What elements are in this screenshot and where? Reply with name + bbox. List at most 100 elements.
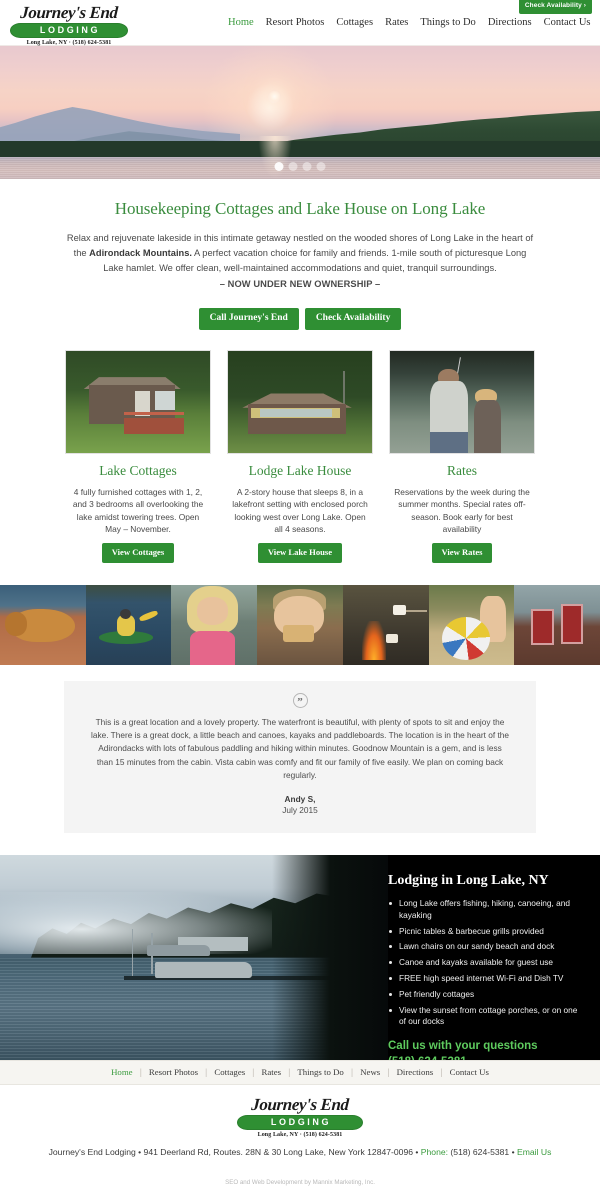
lodging-call-block: Call us with your questions (518) 624-53… <box>388 1039 586 1060</box>
lodging-feature-item: FREE high speed internet Wi-Fi and Dish … <box>388 973 586 985</box>
footer-logo-location-phone: Long Lake, NY · (518) 624-5381 <box>257 1132 343 1139</box>
paddle-blade <box>138 609 159 623</box>
footer-nav: Home | Resort Photos | Cottages | Rates … <box>0 1060 600 1086</box>
photo-strip <box>0 584 600 665</box>
feature-cards: Lake Cottages 4 fully furnished cottages… <box>0 330 600 563</box>
nav-item-home[interactable]: Home <box>228 17 254 28</box>
lodging-feature-item: Pet friendly cottages <box>388 989 586 1001</box>
fishing-photo <box>390 350 534 453</box>
nav-item-cottages[interactable]: Cottages <box>336 17 373 28</box>
intro-ownership-note: – NOW UNDER NEW OWNERSHIP – <box>219 279 381 290</box>
slider-dot-2[interactable] <box>288 162 298 171</box>
call-journeys-end-button[interactable]: Call Journey's End <box>198 308 299 330</box>
page-root: Check Availability › Journey's End LODGI… <box>0 0 600 1195</box>
nav-item-things-to-do[interactable]: Things to Do <box>420 17 475 28</box>
hero-sun-reflection <box>258 136 292 179</box>
lodging-boat-near <box>155 961 253 979</box>
view-rates-button[interactable]: View Rates <box>431 543 493 563</box>
lodging-content: Lodging in Long Lake, NY Long Lake offer… <box>380 855 600 1060</box>
testimonial-text: This is a great location and a lovely pr… <box>90 716 510 781</box>
card-image-lodge-lake-house[interactable] <box>227 349 373 454</box>
site-logo[interactable]: Journey's End LODGING Long Lake, NY · (5… <box>10 3 128 46</box>
strip-photo-dog-on-dock[interactable] <box>0 584 86 665</box>
card-title-lodge-lake-house: Lodge Lake House <box>248 462 352 478</box>
footer-nav-item-directions[interactable]: Directions <box>390 1067 441 1077</box>
hero-slider[interactable] <box>0 46 600 179</box>
slider-dot-4[interactable] <box>316 162 326 171</box>
slider-dot-1[interactable] <box>274 162 284 171</box>
quote-icon: ” <box>292 692 308 708</box>
smore-snack <box>282 624 314 643</box>
card-text-rates: Reservations by the week during the summ… <box>394 486 530 535</box>
strip-photo-girl-with-smore[interactable] <box>171 584 258 665</box>
footer-nav-item-resort-photos[interactable]: Resort Photos <box>142 1067 205 1077</box>
lodging-photo-fade <box>271 855 388 1061</box>
card-text-lodge-lake-house: A 2-story house that sleeps 8, in a lake… <box>232 486 368 535</box>
strip-photo-beach-ball[interactable] <box>428 584 515 665</box>
footer-nav-item-rates[interactable]: Rates <box>255 1067 289 1077</box>
lodging-feature-item: Lawn chairs on our sandy beach and dock <box>388 941 586 953</box>
card-image-rates[interactable] <box>389 349 535 454</box>
footer-nav-item-cottages[interactable]: Cottages <box>207 1067 252 1077</box>
card-rates: Rates Reservations by the week during th… <box>389 349 535 563</box>
footer-nav-item-contact-us[interactable]: Contact Us <box>443 1067 496 1077</box>
view-cottages-button[interactable]: View Cottages <box>101 543 175 563</box>
beach-ball <box>442 616 491 660</box>
card-text-lake-cottages: 4 fully furnished cottages with 1, 2, an… <box>72 486 204 535</box>
card-lake-cottages: Lake Cottages 4 fully furnished cottages… <box>65 349 211 563</box>
card-title-rates: Rates <box>447 462 477 478</box>
footer-logo-badge: LODGING <box>237 1115 363 1131</box>
strip-photo-kayaker[interactable] <box>85 584 172 665</box>
main-nav: Home Resort Photos Cottages Rates Things… <box>228 17 600 28</box>
check-availability-button[interactable]: Check Availability <box>304 308 402 330</box>
footer-logo[interactable]: Journey's End LODGING Long Lake, NY · (5… <box>237 1095 363 1139</box>
nav-item-rates[interactable]: Rates <box>385 17 408 28</box>
intro-section: Housekeeping Cottages and Lake House on … <box>0 179 600 330</box>
lodging-feature-item: Canoe and kayaks available for guest use <box>388 957 586 969</box>
strip-photo-drinks-on-dock[interactable] <box>514 584 600 665</box>
testimonial-section: ” This is a great location and a lovely … <box>0 664 600 856</box>
drink-glass-2 <box>560 603 583 644</box>
view-lake-house-button[interactable]: View Lake House <box>257 543 343 563</box>
kayaker-head <box>120 608 132 619</box>
child-body <box>473 399 501 453</box>
nav-item-contact-us[interactable]: Contact Us <box>544 17 591 28</box>
intro-cta-row: Call Journey's End Check Availability <box>44 308 556 330</box>
footer-logo-brand-name: Journey's End <box>250 1095 350 1115</box>
intro-text-bold: Adirondack Mountains. <box>89 248 192 259</box>
lodge-photo <box>228 350 372 453</box>
footer-email-link[interactable]: Email Us <box>517 1147 551 1157</box>
logo-badge-lodging: LODGING <box>10 23 128 39</box>
footer-nav-item-things-to-do[interactable]: Things to Do <box>290 1067 350 1077</box>
strip-photo-boy-eating-smore[interactable] <box>257 584 343 665</box>
card-image-lake-cottages[interactable] <box>65 349 211 454</box>
footer-phone-number: (518) 624-5381 • <box>448 1147 517 1158</box>
testimonial-date: July 2015 <box>282 805 318 816</box>
campfire-flames <box>361 621 386 660</box>
card-title-lake-cottages: Lake Cottages <box>99 462 177 478</box>
strip-photo-campfire-marshmallows[interactable] <box>342 584 429 665</box>
hero-sun <box>268 90 281 103</box>
slider-dot-3[interactable] <box>302 162 312 171</box>
check-availability-top-button[interactable]: Check Availability › <box>518 0 592 14</box>
cottage-deck <box>123 417 185 435</box>
footer-nav-item-home[interactable]: Home <box>104 1067 140 1077</box>
page-title: Housekeeping Cottages and Lake House on … <box>114 199 486 218</box>
nav-item-resort-photos[interactable]: Resort Photos <box>266 17 325 28</box>
lodging-boat-far <box>147 945 210 956</box>
lodging-mast-1 <box>131 928 134 979</box>
drink-glass-1 <box>531 608 554 646</box>
cottage-photo <box>66 350 210 453</box>
footer-phone-label[interactable]: Phone: <box>421 1147 448 1157</box>
girl-swimsuit <box>190 630 235 665</box>
lodging-phone-number[interactable]: (518) 624-5381 <box>388 1055 586 1060</box>
footer-nav-item-news[interactable]: News <box>353 1067 387 1077</box>
nav-item-directions[interactable]: Directions <box>488 17 532 28</box>
lodging-feature-item: Long Lake offers fishing, hiking, canoei… <box>388 898 586 922</box>
cottage-window <box>155 391 176 410</box>
lodging-heading: Lodging in Long Lake, NY <box>388 873 549 889</box>
logo-brand-name: Journey's End <box>19 3 119 22</box>
marshmallow-2 <box>385 634 398 643</box>
lodging-call-text: Call us with your questions <box>388 1040 538 1053</box>
card-lodge-lake-house: Lodge Lake House A 2-story house that sl… <box>227 349 373 563</box>
